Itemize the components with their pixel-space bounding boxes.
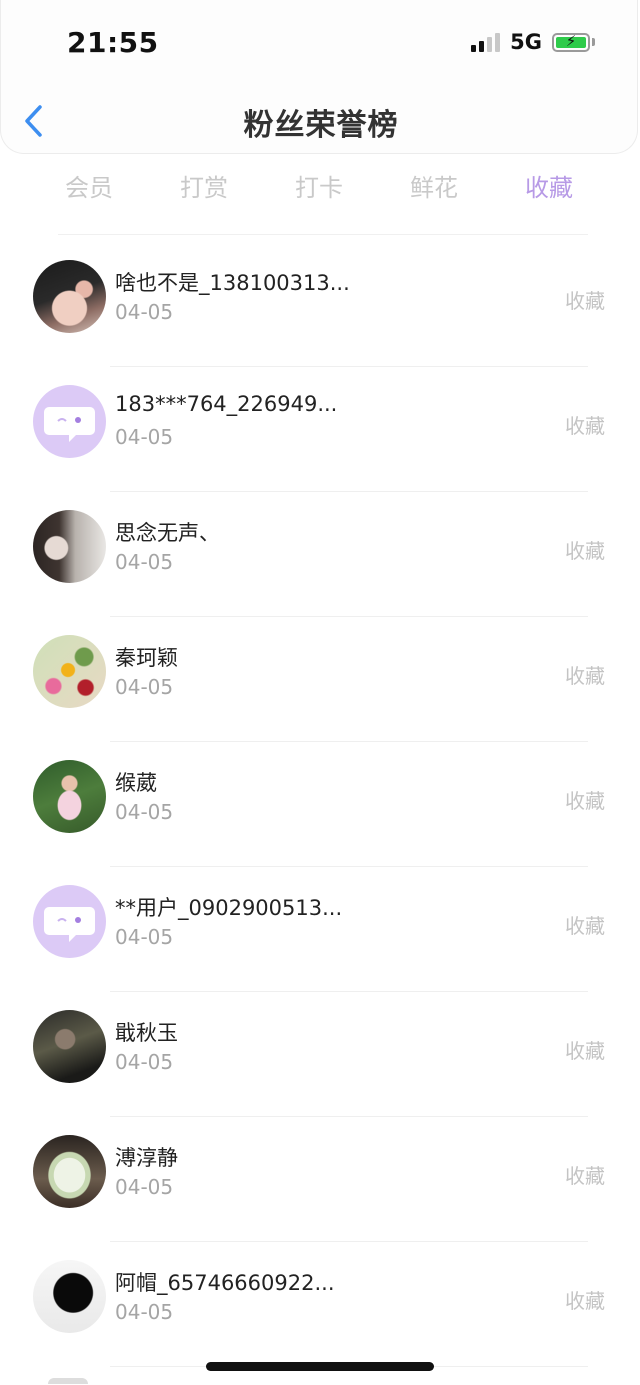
fan-action: 收藏: [565, 1289, 605, 1313]
tab-flower[interactable]: 鲜花: [374, 168, 494, 203]
fan-date: 04-05: [115, 675, 174, 699]
fan-list: 啥也不是_138100313... 04-05 收藏 183***764_226…: [0, 242, 640, 1367]
fan-date: 04-05: [115, 1050, 174, 1074]
default-chat-avatar-icon: [33, 885, 106, 958]
fan-action: 收藏: [565, 789, 605, 813]
fan-name: 戢秋玉: [115, 1021, 178, 1045]
battery-tip: [592, 38, 595, 46]
list-item[interactable]: **用户_0902900513... 04-05 收藏: [0, 867, 640, 992]
fan-date: 04-05: [115, 1300, 174, 1324]
list-item[interactable]: 缑葳 04-05 收藏: [0, 742, 640, 867]
avatar: [33, 760, 106, 833]
fan-action: 收藏: [565, 539, 605, 563]
fan-date: 04-05: [115, 925, 174, 949]
list-item[interactable]: 秦珂颖 04-05 收藏: [0, 617, 640, 742]
divider: [58, 234, 588, 235]
header: 21:55 5G ⚡ 粉丝荣誉榜: [0, 0, 638, 154]
battery-icon: ⚡: [552, 32, 590, 52]
tab-collect[interactable]: 收藏: [489, 168, 609, 203]
fan-date: 04-05: [115, 800, 174, 824]
network-label: 5G: [510, 30, 542, 54]
list-item[interactable]: 戢秋玉 04-05 收藏: [0, 992, 640, 1117]
fan-action: 收藏: [565, 1164, 605, 1188]
fan-date: 04-05: [115, 550, 174, 574]
tab-checkin[interactable]: 打卡: [259, 168, 379, 203]
signal-icon: [471, 32, 501, 52]
list-item[interactable]: 思念无声、 04-05 收藏: [0, 492, 640, 617]
fan-date: 04-05: [115, 1175, 174, 1199]
list-item[interactable]: 阿帽_65746660922... 04-05 收藏: [0, 1242, 640, 1367]
status-indicators: 5G ⚡: [471, 30, 595, 54]
status-time: 21:55: [67, 26, 159, 59]
fan-name: **用户_0902900513...: [115, 896, 343, 920]
page-title: 粉丝荣誉榜: [243, 108, 399, 143]
fan-action: 收藏: [565, 1039, 605, 1063]
fan-action: 收藏: [565, 664, 605, 688]
tab-bar: 会员 打赏 打卡 鲜花 收藏: [0, 168, 640, 208]
home-indicator[interactable]: [206, 1362, 434, 1371]
fan-name: 阿帽_65746660922...: [115, 1271, 335, 1295]
list-item[interactable]: 183***764_226949... 04-05 收藏: [0, 367, 640, 492]
fan-name: 183***764_226949...: [115, 392, 338, 416]
list-item[interactable]: 啥也不是_138100313... 04-05 收藏: [0, 242, 640, 367]
next-avatar-peek: [48, 1378, 88, 1384]
fan-date: 04-05: [115, 300, 174, 324]
avatar: [33, 510, 106, 583]
tab-member[interactable]: 会员: [29, 168, 149, 203]
fan-date: 04-05: [115, 425, 174, 449]
fan-action: 收藏: [565, 414, 605, 438]
list-item[interactable]: 溥淳静 04-05 收藏: [0, 1117, 640, 1242]
avatar: [33, 635, 106, 708]
fan-name: 缑葳: [115, 771, 157, 795]
avatar: [33, 1135, 106, 1208]
fan-name: 啥也不是_138100313...: [115, 271, 350, 295]
avatar: [33, 1010, 106, 1083]
fan-action: 收藏: [565, 914, 605, 938]
fan-name: 思念无声、: [115, 521, 220, 545]
fan-name: 秦珂颖: [115, 646, 178, 670]
tab-reward[interactable]: 打赏: [144, 168, 264, 203]
fan-name: 溥淳静: [115, 1146, 178, 1170]
avatar: [33, 260, 106, 333]
fan-action: 收藏: [565, 289, 605, 313]
default-chat-avatar-icon: [33, 385, 106, 458]
avatar: [33, 1260, 106, 1333]
